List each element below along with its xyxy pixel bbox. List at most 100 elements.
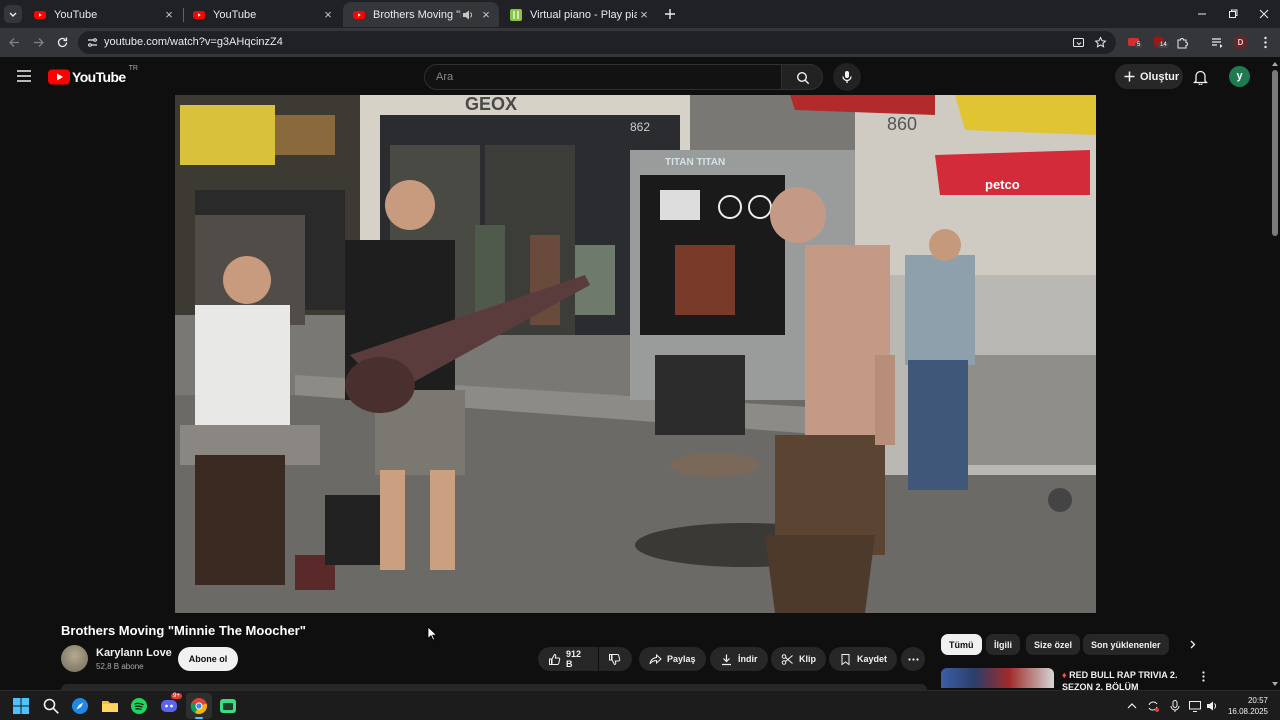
create-button[interactable]: Oluştur [1115,64,1183,89]
youtube-wordmark: YouTube [72,69,126,85]
share-button[interactable]: Paylaş [639,647,706,671]
bookmark-star-icon[interactable] [1094,36,1107,49]
shop-sign-text: petco [985,177,1020,192]
scroll-up-arrow-icon[interactable] [1271,60,1279,68]
mouse-cursor-icon [427,626,437,641]
minimize-button[interactable] [1194,6,1210,22]
close-icon[interactable]: × [162,7,176,22]
region-code: TR [128,65,138,72]
subscribe-label: Abone ol [188,654,228,664]
android-studio-icon[interactable] [219,697,237,715]
tab-title: Virtual piano - Play piano onlin [530,8,637,21]
chip-label: Size özel [1034,639,1073,650]
tab-youtube-1[interactable]: YouTube × [24,2,182,27]
hamburger-menu-icon[interactable] [16,69,32,83]
forward-arrow-icon[interactable] [31,35,46,50]
chevron-down-icon [9,12,17,17]
tab-title: YouTube [213,8,257,21]
recommended-video-thumbnail[interactable] [941,668,1054,688]
page-scrollbar[interactable] [1270,60,1280,690]
tab-virtual-piano[interactable]: Virtual piano - Play piano onlin × [500,2,657,27]
chip-related[interactable]: İlgili [986,634,1020,655]
scrollbar-thumb[interactable] [1272,70,1278,236]
create-label: Oluştur [1140,70,1180,83]
back-arrow-icon[interactable] [7,35,22,50]
scroll-down-arrow-icon[interactable] [1271,680,1279,688]
search-icon[interactable] [42,697,60,715]
channel-avatar[interactable] [61,645,88,672]
speaker-icon[interactable] [461,8,475,22]
youtube-logo[interactable]: YouTube TR [48,65,138,86]
file-explorer-icon[interactable] [101,697,119,715]
video-player[interactable]: GEOX 862 TITAN TITAN 860 petco [175,95,1096,613]
youtube-header: YouTube TR Ara Oluştur y [0,57,1280,97]
youtube-favicon-icon [353,10,365,19]
search-input[interactable]: Ara [424,64,782,90]
cast-icon[interactable] [1072,36,1085,49]
close-window-button[interactable] [1256,6,1272,22]
building-number-left: 862 [630,120,650,134]
minimize-icon [1198,13,1206,15]
browser-tab-strip: YouTube × YouTube × Brothers Moving "Min… [0,0,1280,28]
download-button[interactable]: İndir [710,647,768,671]
tab-youtube-2[interactable]: YouTube × [183,2,341,27]
microphone-icon[interactable] [1168,699,1182,713]
windows-start-icon[interactable] [12,697,30,715]
chip-label: Son yüklenenler [1091,639,1161,650]
chip-for-you[interactable]: Size özel [1026,634,1081,655]
extensions-puzzle-icon[interactable] [1175,35,1190,50]
search-placeholder: Ara [436,71,454,83]
discord-taskbar-item[interactable]: 9+ [160,693,182,715]
subscribe-button[interactable]: Abone ol [178,647,238,671]
profile-avatar[interactable]: D [1233,35,1248,50]
account-avatar[interactable]: y [1229,66,1250,87]
media-queue-icon[interactable] [1210,35,1225,50]
chip-all[interactable]: Tümü [941,634,982,655]
windows-taskbar: 9+ 20:57 16.08.2025 [0,690,1280,720]
spotify-icon[interactable] [130,697,148,715]
video-frame-street-scene: GEOX 862 TITAN TITAN 860 petco [175,95,1096,613]
clip-button[interactable]: Klip [771,647,826,671]
more-actions-button[interactable] [901,647,925,671]
subscriber-count: 52,8 B abone [96,662,144,671]
like-button[interactable]: 912 B [538,647,598,671]
close-icon [1259,9,1269,19]
voice-search-button[interactable] [833,63,861,91]
dislike-button[interactable] [599,647,632,671]
network-monitor-icon[interactable] [1188,699,1202,713]
save-button[interactable]: Kaydet [829,647,898,671]
more-vertical-icon[interactable] [1258,35,1273,50]
clip-label: Klip [799,654,816,664]
recommended-title-text: RED BULL RAP TRIVIA 2. SEZON 2. BÖLÜM [1062,670,1178,692]
close-icon[interactable]: × [637,7,651,22]
chevron-right-icon[interactable] [1186,638,1199,651]
site-info-icon[interactable] [86,36,99,49]
more-vertical-icon[interactable] [1197,670,1210,683]
close-icon[interactable]: × [479,7,493,22]
clock-time: 20:57 [1247,696,1268,705]
channel-name[interactable]: Karylann Love [96,647,172,659]
restore-button[interactable] [1225,6,1241,22]
extension-2[interactable]: 14 [1151,35,1169,50]
chevron-up-icon[interactable] [1125,699,1139,713]
new-tab-button[interactable] [662,6,678,22]
tab-active-video[interactable]: Brothers Moving "Minnie Th × [343,2,499,27]
extension-1[interactable]: 5 [1127,35,1143,50]
notifications-bell-icon[interactable] [1193,69,1208,85]
address-bar[interactable]: youtube.com/watch?v=g3AHqcinzZ4 [78,31,1116,54]
tab-search-button[interactable] [4,5,22,23]
system-clock[interactable]: 20:57 16.08.2025 [1226,695,1268,717]
volume-icon[interactable] [1205,699,1219,713]
share-arrow-icon [649,653,662,664]
chip-recently-uploaded[interactable]: Son yüklenenler [1083,634,1169,655]
sync-icon[interactable] [1146,699,1160,713]
clock-date: 16.08.2025 [1227,707,1268,716]
more-horizontal-icon [907,657,919,661]
microphone-icon [842,71,852,83]
safari-compass-icon[interactable] [71,697,89,715]
reload-icon[interactable] [55,35,70,50]
search-button[interactable] [781,64,823,90]
chrome-taskbar-item[interactable] [186,693,212,719]
notification-badge: 9+ [171,693,182,699]
close-icon[interactable]: × [321,7,335,22]
